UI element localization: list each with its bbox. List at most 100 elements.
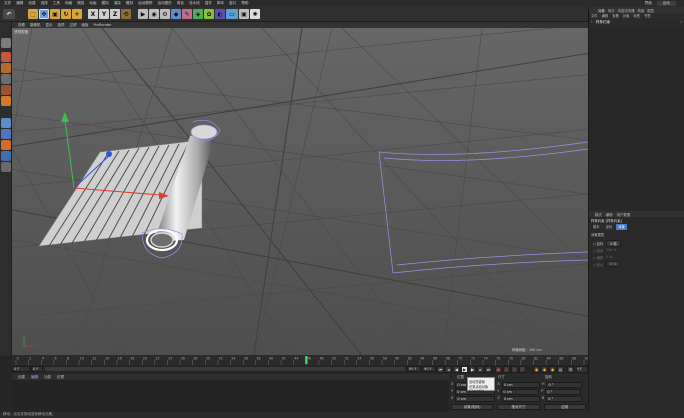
polygons-mode-icon[interactable] (1, 118, 11, 128)
timeline-layout-icon[interactable]: ☰ (567, 366, 574, 373)
material-tab-function[interactable]: 功能 (44, 375, 51, 380)
play-icon[interactable]: ▶ (461, 366, 468, 373)
position-z-field[interactable]: 0 cm (455, 396, 496, 402)
key-pla-icon[interactable]: ▦ (557, 366, 564, 373)
material-tab-texture[interactable]: 纹理 (57, 375, 64, 380)
menu-plugins[interactable]: 插件 (205, 1, 212, 6)
camera-icon[interactable]: ▣ (239, 9, 249, 19)
menu-help[interactable]: 帮助 (241, 1, 248, 6)
undo-icon[interactable]: ↶ (3, 9, 15, 19)
y-axis-lock-icon[interactable]: Y (99, 9, 109, 19)
rotate-tool-icon[interactable]: ↻ (61, 9, 71, 19)
start-frame-field[interactable]: 0 F (12, 366, 30, 372)
z-axis-lock-icon[interactable]: Z (110, 9, 120, 19)
viewport-menu-display[interactable]: 显示 (46, 23, 53, 28)
obj-menu-view[interactable]: 查看 (612, 13, 619, 18)
attr-value-dropdown[interactable]: X 轴 (606, 239, 621, 247)
recent-tool-icon[interactable]: + (72, 9, 82, 19)
key-position-icon[interactable]: P (519, 366, 526, 373)
keyframe-selection-icon[interactable]: ⊙ (511, 366, 518, 373)
make-editable-icon[interactable] (1, 38, 11, 48)
enable-axis-icon[interactable] (1, 129, 11, 139)
menu-character[interactable]: 角色 (177, 1, 184, 6)
viewport-menu-view[interactable]: 查看 (18, 23, 25, 28)
goto-start-icon[interactable]: ⏮ (437, 366, 444, 373)
material-tab-edit[interactable]: 编辑 (31, 375, 38, 380)
floor-icon[interactable]: ▭ (226, 9, 238, 19)
quantize-icon[interactable] (1, 162, 11, 172)
select-tool-icon[interactable]: ⬚ (28, 9, 38, 19)
spline-pen-icon[interactable]: ✎ (182, 9, 192, 19)
menu-tracking[interactable]: 运动跟踪 (138, 1, 152, 6)
perspective-viewport[interactable]: 透视视图 网格间距：100 cm (12, 28, 588, 355)
render-picture-icon[interactable]: ◉ (149, 9, 159, 19)
points-mode-icon[interactable] (1, 85, 11, 95)
menu-script[interactable]: 脚本 (217, 1, 224, 6)
viewport-menu-panel[interactable]: 面板 (82, 23, 89, 28)
attr-tab-mode[interactable]: 模式 (595, 212, 602, 217)
generator-icon[interactable]: ✿ (204, 9, 214, 19)
apply-button[interactable]: 应用 (543, 404, 586, 410)
obj-menu-tags[interactable]: 标签 (633, 13, 640, 18)
tab-content-browser[interactable]: 内容浏览器 (618, 8, 635, 13)
size-z-field[interactable]: 0 cm (501, 396, 540, 402)
size-x-field[interactable]: 0 cm (501, 382, 540, 388)
auto-key-icon[interactable]: ◎ (503, 366, 510, 373)
viewport-menu-filter[interactable]: 过滤 (70, 23, 77, 28)
next-key-icon[interactable]: ▸ (477, 366, 484, 373)
tab-layers[interactable]: 图层 (647, 8, 654, 13)
visibility-check-icon[interactable]: ✓ (680, 20, 683, 24)
menu-file[interactable]: 文件 (4, 1, 11, 6)
viewport-menu-camera[interactable]: 摄像机 (30, 23, 41, 28)
key-scale-icon[interactable]: ◆ (533, 366, 540, 373)
end-frame-field[interactable]: 90 F (422, 366, 436, 372)
workplane-icon[interactable] (1, 74, 11, 84)
obj-menu-object[interactable]: 对象 (623, 13, 630, 18)
snap-icon[interactable] (1, 151, 11, 161)
menu-render[interactable]: 渲染 (114, 1, 121, 6)
light-icon[interactable]: ✺ (250, 9, 260, 19)
tab-objects[interactable]: 对象 (598, 8, 605, 13)
material-tab-create[interactable]: 创建 (18, 375, 25, 380)
attr-tab-userdata[interactable]: 用户数据 (617, 212, 631, 217)
menu-simulate[interactable]: 模拟 (102, 1, 109, 6)
menu-mograph[interactable]: 运动图形 (157, 1, 171, 6)
viewport-menu-options[interactable]: 选项 (58, 23, 65, 28)
layout-dropdown[interactable]: 启动 (656, 1, 676, 6)
coordinate-system-icon[interactable]: ⟲ (121, 9, 131, 19)
tab-takes[interactable]: 场次 (608, 8, 615, 13)
deformer-icon[interactable]: ◐ (215, 9, 225, 19)
key-rotation-icon[interactable]: ◆ (541, 366, 548, 373)
next-frame-icon[interactable]: ▶ (469, 366, 476, 373)
menu-pipeline[interactable]: 流水线 (189, 1, 200, 6)
record-key-icon[interactable]: ● (495, 366, 502, 373)
tweak-icon[interactable] (1, 140, 11, 150)
menu-mesh[interactable]: 网格 (65, 1, 72, 6)
key-param-icon[interactable]: ◆ (549, 366, 556, 373)
attr-value[interactable]: 0 % (606, 261, 621, 267)
viewport-canvas[interactable]: 透视视图 网格间距：100 cm (12, 28, 588, 355)
cube-icon[interactable]: ◆ (171, 9, 181, 19)
menu-tools[interactable]: 工具 (53, 1, 60, 6)
edges-mode-icon[interactable] (1, 96, 11, 106)
menu-window[interactable]: 窗口 (229, 1, 236, 6)
menu-animate[interactable]: 动画 (89, 1, 96, 6)
x-axis-lock-icon[interactable]: X (88, 9, 98, 19)
size-y-field[interactable]: 0 cm (501, 389, 540, 395)
attr-subtab-object[interactable]: 对象 (616, 224, 627, 230)
render-view-icon[interactable]: ▶ (138, 9, 148, 19)
obj-menu-file[interactable]: 文件 (591, 13, 598, 18)
render-settings-icon[interactable]: ⚙ (160, 9, 170, 19)
object-name[interactable]: 样条约束 (596, 20, 610, 25)
tab-structure[interactable]: 构造 (638, 8, 645, 13)
attr-value[interactable]: 0 % (606, 255, 612, 259)
preview-range-slider[interactable] (45, 367, 405, 371)
prev-key-icon[interactable]: ◂ (445, 366, 452, 373)
object-relative-dropdown[interactable]: 对象(相对) (451, 404, 494, 410)
material-manager-area[interactable] (12, 380, 449, 412)
attr-tab-edit[interactable]: 编辑 (606, 212, 613, 217)
viewport-menu-prorender[interactable]: ProRender (94, 23, 112, 27)
rotation-b-field[interactable]: 0 ° (546, 396, 583, 402)
attr-value[interactable]: 100 % (606, 248, 616, 252)
attr-subtab-coord[interactable]: 坐标 (604, 224, 615, 230)
